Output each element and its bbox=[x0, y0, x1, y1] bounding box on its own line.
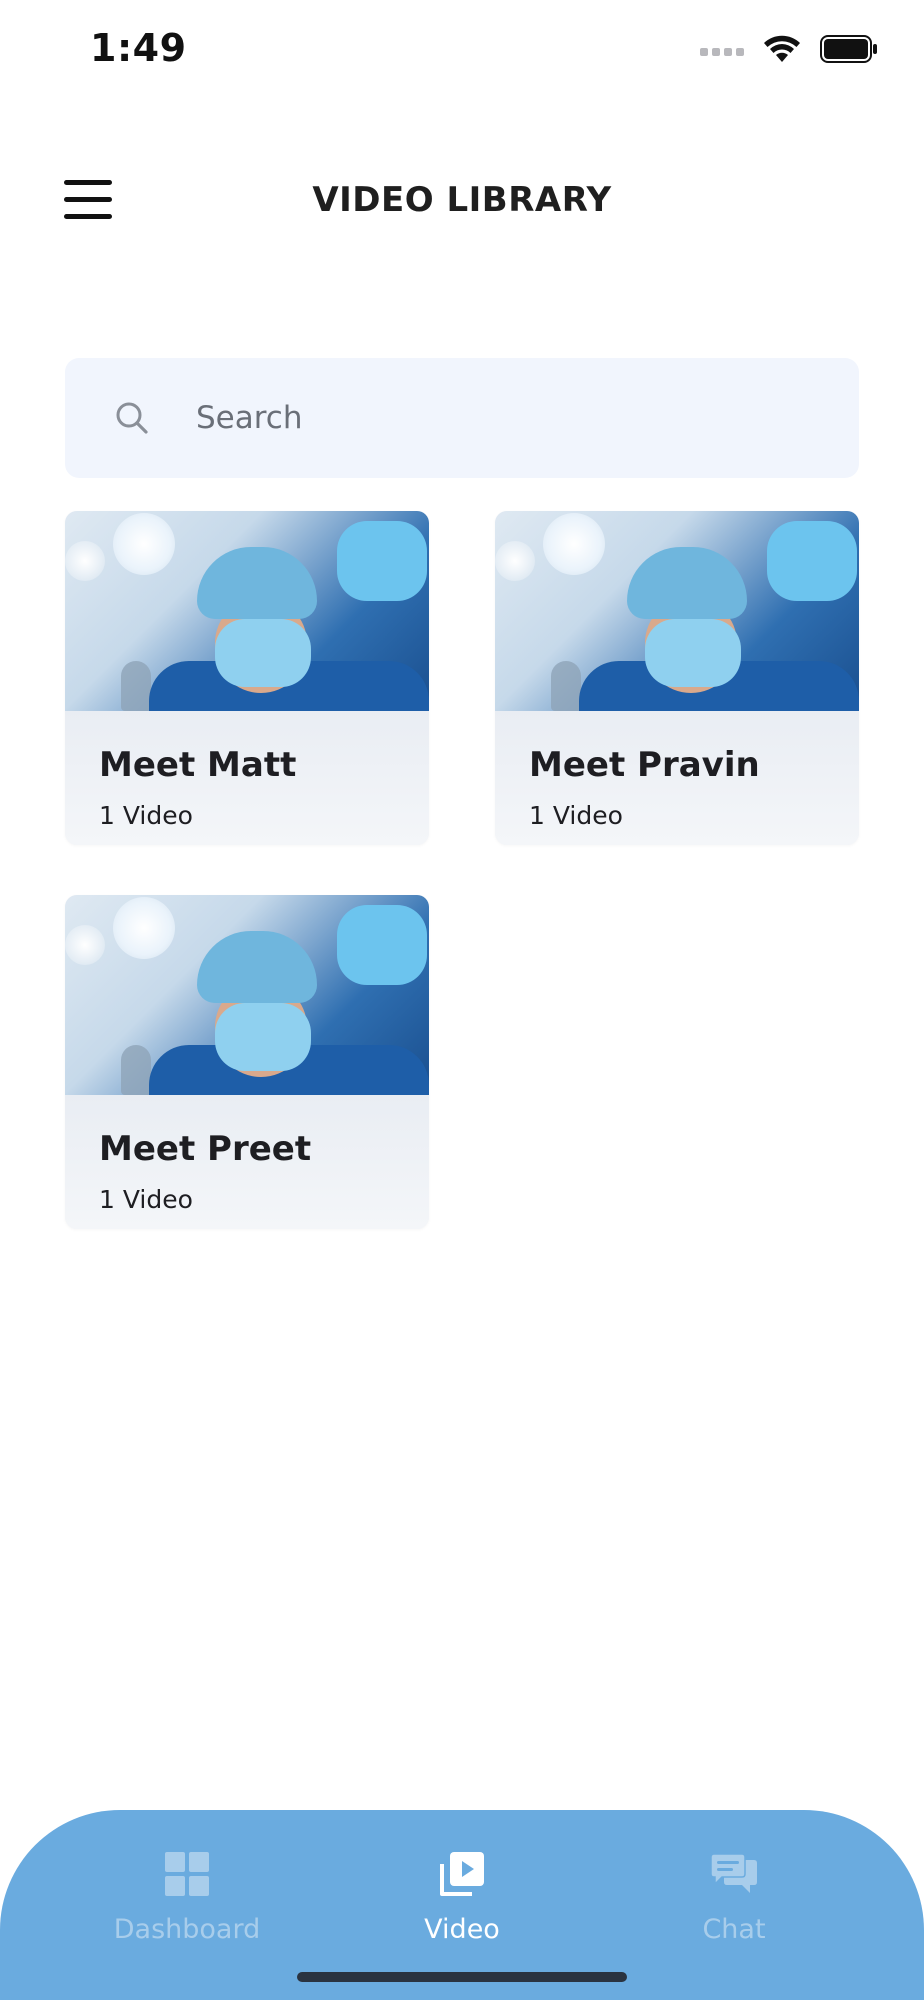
nav-label-dashboard: Dashboard bbox=[113, 1914, 261, 1945]
nav-item-video[interactable]: Video bbox=[362, 1850, 562, 1980]
nav-item-chat[interactable]: Chat bbox=[634, 1850, 834, 1980]
battery-icon bbox=[820, 35, 877, 63]
search-input[interactable] bbox=[196, 390, 816, 446]
card-video-count: 1 Video bbox=[99, 1185, 193, 1214]
wifi-icon bbox=[764, 35, 800, 62]
card-thumbnail bbox=[65, 895, 429, 1095]
cellular-signal-icon bbox=[700, 48, 744, 56]
card-title: Meet Pravin bbox=[529, 745, 760, 785]
video-library-icon bbox=[440, 1852, 484, 1896]
search-icon bbox=[116, 402, 148, 434]
card-video-count: 1 Video bbox=[99, 801, 193, 830]
card-thumbnail bbox=[495, 511, 859, 711]
chat-bubbles-icon bbox=[710, 1853, 757, 1893]
nav-item-dashboard[interactable]: Dashboard bbox=[87, 1850, 287, 1980]
home-indicator bbox=[297, 1972, 627, 1982]
card-thumbnail bbox=[65, 511, 429, 711]
status-time: 1:49 bbox=[90, 26, 187, 70]
status-icons bbox=[700, 34, 878, 64]
video-card-meet-preet[interactable]: Meet Preet 1 Video bbox=[65, 895, 429, 1229]
video-card-meet-matt[interactable]: Meet Matt 1 Video bbox=[65, 511, 429, 845]
page-title: VIDEO LIBRARY bbox=[312, 180, 612, 220]
video-card-meet-pravin[interactable]: Meet Pravin 1 Video bbox=[495, 511, 859, 845]
dashboard-grid-icon bbox=[165, 1852, 209, 1896]
card-video-count: 1 Video bbox=[529, 801, 623, 830]
card-title: Meet Preet bbox=[99, 1129, 312, 1169]
nav-label-chat: Chat bbox=[702, 1914, 766, 1945]
nav-label-video: Video bbox=[424, 1914, 500, 1945]
card-title: Meet Matt bbox=[99, 745, 297, 785]
